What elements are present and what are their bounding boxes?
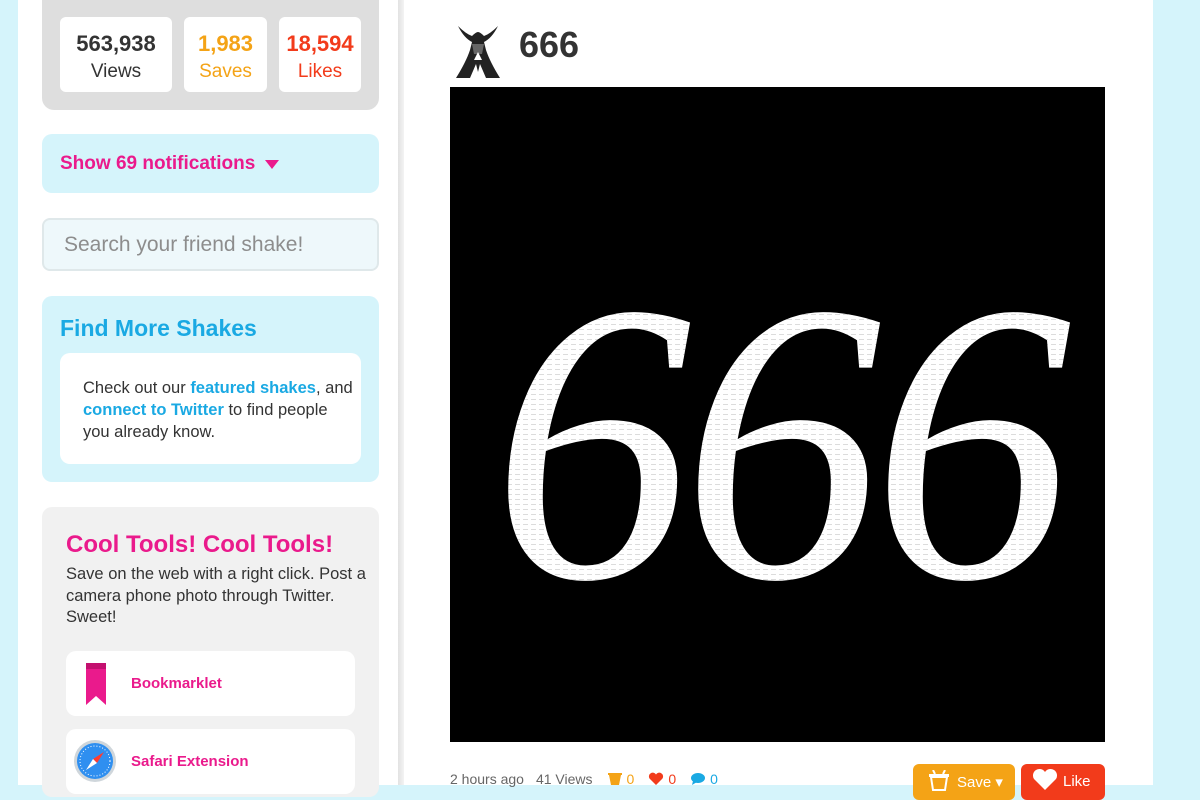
find-more-card: Check out our featured shakes, and conne… (60, 353, 361, 464)
image-artwork: 666 (492, 221, 1082, 664)
saves-stat[interactable]: 1,983 Saves (184, 17, 267, 92)
connect-twitter-link[interactable]: connect to Twitter (83, 401, 224, 419)
views-count: 563,938 (76, 31, 156, 56)
heart-icon (1032, 768, 1058, 790)
show-notifications-toggle[interactable]: Show 69 notifications (60, 153, 280, 175)
views-label: Views (90, 61, 142, 82)
save-button[interactable]: Save ▾ (913, 764, 1015, 800)
image-digits: 666 (492, 221, 1072, 664)
post-image[interactable]: 666 (450, 87, 1105, 742)
find-more-panel: Find More Shakes Check out our featured … (42, 296, 379, 482)
saves-count: 1,983 (197, 31, 254, 56)
bookmarklet-tool[interactable]: Bookmarklet (66, 651, 355, 716)
save-button-label: Save ▾ (957, 774, 1003, 791)
cool-tools-panel: Cool Tools! Cool Tools! Save on the web … (42, 507, 379, 797)
post-title: 666 (519, 24, 580, 65)
stats-panel: 563,938 Views 1,983 Saves 18,594 Likes (42, 0, 379, 110)
page-background-left (0, 0, 18, 785)
like-button-label: Like (1063, 773, 1091, 790)
safari-extension-label: Safari Extension (131, 753, 249, 770)
friend-search-input[interactable] (42, 218, 379, 271)
likes-label: Likes (297, 61, 343, 82)
like-button[interactable]: Like (1021, 764, 1105, 800)
safari-extension-tool[interactable]: Safari Extension (66, 729, 355, 794)
cool-tools-description: Save on the web with a right click. Post… (66, 565, 366, 626)
bookmark-ribbon-icon (86, 663, 106, 705)
find-more-title: Find More Shakes (60, 315, 257, 341)
likes-count: 18,594 (286, 31, 354, 56)
saves-label: Saves (199, 61, 252, 82)
find-more-text-part: , and (315, 379, 353, 397)
triangle-down-icon (265, 159, 280, 169)
comment-bubble-icon (691, 773, 706, 785)
notifications-label: Show 69 notifications (60, 153, 256, 174)
find-more-text-part: Check out our (83, 379, 191, 397)
likes-stat[interactable]: 18,594 Likes (279, 17, 361, 92)
find-more-text: Check out our featured shakes, and conne… (83, 377, 353, 443)
views-stat[interactable]: 563,938 Views (60, 17, 172, 92)
heart-icon (649, 772, 664, 785)
save-cup-icon (607, 773, 622, 785)
notifications-panel: Show 69 notifications (42, 134, 379, 193)
bookmarklet-label: Bookmarklet (131, 675, 222, 692)
safari-compass-icon (74, 740, 116, 782)
featured-shakes-link[interactable]: featured shakes (190, 379, 316, 397)
save-cup-icon (929, 770, 949, 791)
cool-tools-title: Cool Tools! Cool Tools! (66, 531, 334, 558)
user-avatar[interactable] (450, 22, 506, 80)
